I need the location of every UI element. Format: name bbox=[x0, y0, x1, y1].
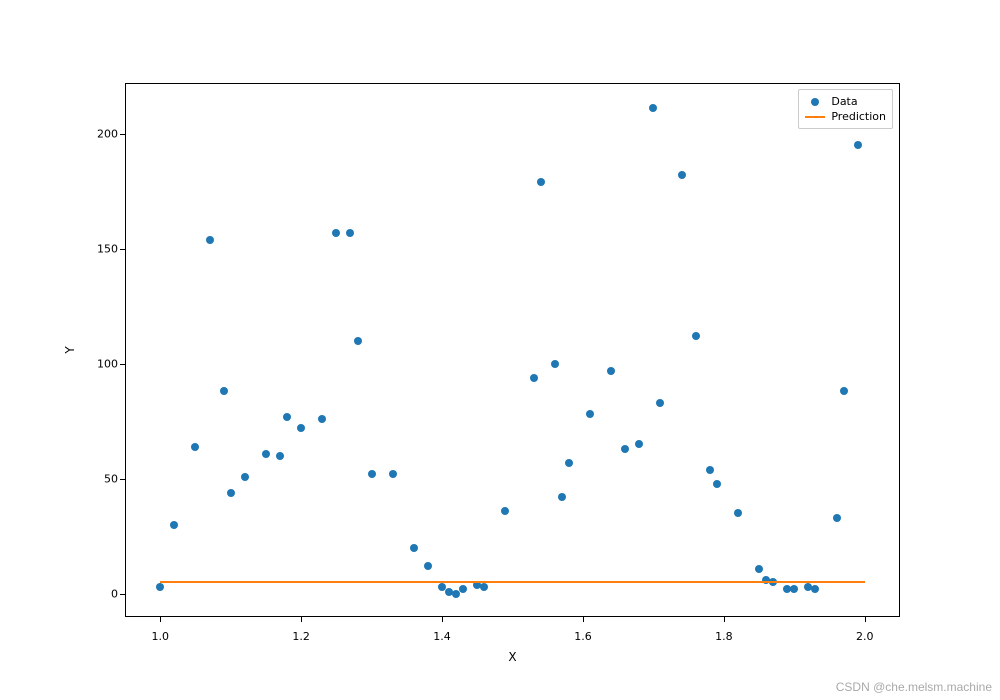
data-point bbox=[241, 473, 249, 481]
data-point bbox=[692, 332, 700, 340]
data-point bbox=[734, 509, 742, 517]
data-point bbox=[283, 413, 291, 421]
data-point bbox=[318, 415, 326, 423]
data-point bbox=[156, 583, 164, 591]
line-icon bbox=[805, 116, 825, 118]
y-tick-label: 200 bbox=[78, 127, 118, 140]
x-tick bbox=[442, 617, 443, 622]
data-point bbox=[276, 452, 284, 460]
x-tick bbox=[583, 617, 584, 622]
x-tick-label: 1.6 bbox=[574, 630, 592, 643]
y-tick bbox=[120, 364, 125, 365]
data-point bbox=[410, 544, 418, 552]
data-point bbox=[206, 236, 214, 244]
legend: Data Prediction bbox=[798, 89, 893, 129]
legend-label: Data bbox=[831, 95, 857, 108]
y-tick bbox=[120, 594, 125, 595]
data-point bbox=[170, 521, 178, 529]
y-tick bbox=[120, 134, 125, 135]
data-point bbox=[191, 443, 199, 451]
legend-label: Prediction bbox=[831, 110, 886, 123]
data-point bbox=[459, 585, 467, 593]
data-point bbox=[332, 229, 340, 237]
data-point bbox=[368, 470, 376, 478]
data-point bbox=[678, 171, 686, 179]
y-axis-label: Y bbox=[63, 346, 77, 353]
data-point bbox=[713, 480, 721, 488]
data-point bbox=[551, 360, 559, 368]
y-tick-label: 0 bbox=[78, 587, 118, 600]
y-tick-label: 150 bbox=[78, 242, 118, 255]
data-point bbox=[346, 229, 354, 237]
x-tick-label: 1.8 bbox=[715, 630, 733, 643]
data-point bbox=[755, 565, 763, 573]
data-point bbox=[389, 470, 397, 478]
data-point bbox=[262, 450, 270, 458]
prediction-line bbox=[160, 581, 865, 583]
data-point bbox=[297, 424, 305, 432]
data-point bbox=[607, 367, 615, 375]
y-tick bbox=[120, 249, 125, 250]
data-point bbox=[558, 493, 566, 501]
data-point bbox=[811, 585, 819, 593]
y-tick-label: 50 bbox=[78, 472, 118, 485]
data-point bbox=[537, 178, 545, 186]
data-point bbox=[220, 387, 228, 395]
data-point bbox=[840, 387, 848, 395]
data-point bbox=[480, 583, 488, 591]
data-point bbox=[501, 507, 509, 515]
data-point bbox=[621, 445, 629, 453]
dot-icon bbox=[805, 98, 825, 106]
data-point bbox=[424, 562, 432, 570]
data-point bbox=[354, 337, 362, 345]
x-tick bbox=[301, 617, 302, 622]
data-point bbox=[854, 141, 862, 149]
data-point bbox=[586, 410, 594, 418]
legend-entry-data: Data bbox=[805, 94, 886, 109]
data-point bbox=[649, 104, 657, 112]
x-tick-label: 2.0 bbox=[856, 630, 874, 643]
data-point bbox=[530, 374, 538, 382]
data-point bbox=[706, 466, 714, 474]
x-tick bbox=[160, 617, 161, 622]
watermark: CSDN @che.melsm.machine bbox=[836, 680, 992, 694]
x-tick-label: 1.4 bbox=[433, 630, 451, 643]
data-point bbox=[656, 399, 664, 407]
x-tick-label: 1.0 bbox=[151, 630, 169, 643]
x-axis-label: X bbox=[125, 650, 900, 664]
data-point bbox=[565, 459, 573, 467]
x-tick bbox=[724, 617, 725, 622]
data-point bbox=[790, 585, 798, 593]
y-tick bbox=[120, 479, 125, 480]
y-tick-label: 100 bbox=[78, 357, 118, 370]
data-point bbox=[635, 440, 643, 448]
legend-entry-prediction: Prediction bbox=[805, 109, 886, 124]
data-point bbox=[833, 514, 841, 522]
x-tick-label: 1.2 bbox=[292, 630, 310, 643]
data-point bbox=[227, 489, 235, 497]
x-tick bbox=[865, 617, 866, 622]
plot-area bbox=[125, 83, 900, 617]
